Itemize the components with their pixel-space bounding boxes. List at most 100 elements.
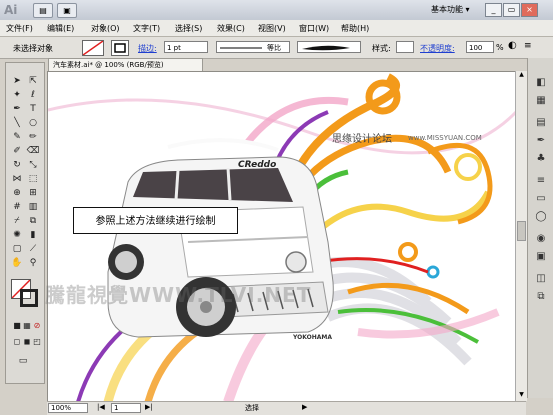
column-graph-tool-icon[interactable]: ▮	[26, 229, 40, 242]
zoom-field[interactable]: 100%	[48, 403, 88, 413]
opacity-field[interactable]: 100	[466, 41, 494, 53]
vertical-scrollbar[interactable]: ▲ ▼	[515, 71, 527, 401]
type-tool-icon[interactable]: T	[26, 103, 40, 116]
menu-view[interactable]: 视图(V)	[258, 23, 286, 34]
status-menu-icon[interactable]: ▶	[302, 403, 307, 411]
paintbrush-tool-icon[interactable]: ✎	[10, 131, 24, 144]
symbols-panel-icon[interactable]: ♣	[534, 152, 548, 165]
artboard-number-field[interactable]: 1	[111, 403, 141, 413]
brushes-panel-icon[interactable]: ✒	[534, 134, 548, 147]
stroke-swatch[interactable]	[111, 40, 129, 56]
layers-panel-icon[interactable]: ◫	[534, 272, 548, 285]
site-url-text: www.MISSYUAN.COM	[408, 134, 482, 142]
profile-label: 等比	[267, 44, 281, 52]
none-fill-icon	[82, 40, 104, 56]
status-bar: 100% |◀ 1 ▶| 选择 ▶	[47, 401, 526, 415]
mesh-tool-icon[interactable]: #	[10, 201, 24, 214]
draw-inside-icon[interactable]: ◰	[30, 335, 44, 348]
slice-tool-icon[interactable]: ⟋	[26, 243, 40, 256]
maximize-button[interactable]: ▭	[503, 3, 520, 17]
color-panel-icon[interactable]: ◧	[534, 76, 548, 89]
current-tool-status: 选择	[245, 404, 259, 412]
recolor-icon[interactable]: ◐	[508, 40, 517, 51]
menu-file[interactable]: 文件(F)	[6, 23, 33, 34]
symbol-sprayer-tool-icon[interactable]: ✺	[10, 229, 24, 242]
scroll-thumb[interactable]	[517, 221, 526, 241]
arrange-documents-button[interactable]: ▣	[57, 3, 77, 18]
menu-type[interactable]: 文字(T)	[133, 23, 160, 34]
opacity-unit: %	[496, 43, 504, 52]
shape-builder-tool-icon[interactable]: ⊕	[10, 187, 24, 200]
variable-width-profile[interactable]: 等比	[216, 41, 290, 53]
stroke-label[interactable]: 描边:	[138, 43, 157, 54]
scale-tool-icon[interactable]: ⤡	[26, 159, 40, 172]
tools-panel: ➤ ⇱ ✦ ℓ ✒ T ╲ ○ ✎ ✏ ✐ ⌫ ↻ ⤡ ⋈ ⬚ ⊕ ⊞ # ▥ …	[5, 62, 45, 384]
scroll-down-icon[interactable]: ▼	[517, 391, 526, 401]
graphic-styles-panel-icon[interactable]: ▣	[534, 250, 548, 263]
tire-brand-decal: YOKOHAMA	[293, 334, 332, 341]
stroke-square-icon	[114, 43, 126, 53]
menu-select[interactable]: 选择(S)	[175, 23, 202, 34]
appearance-panel-icon[interactable]: ◉	[534, 232, 548, 245]
eraser-tool-icon[interactable]: ⌫	[26, 145, 40, 158]
screen-mode-icon[interactable]: ▭	[16, 355, 30, 368]
blob-brush-tool-icon[interactable]: ✐	[10, 145, 24, 158]
eyedropper-tool-icon[interactable]: ⌿	[10, 215, 24, 228]
site-name-text: 思缘设计论坛	[332, 134, 392, 145]
stroke-weight-field[interactable]: 1 pt	[164, 41, 208, 53]
artwork	[48, 73, 516, 402]
style-label: 样式:	[372, 44, 391, 53]
title-bar: Ai ▤ ▣ 基本功能 ▾ _ ▭ ×	[0, 0, 553, 21]
magic-wand-tool-icon[interactable]: ✦	[10, 89, 24, 102]
rotate-tool-icon[interactable]: ↻	[10, 159, 24, 172]
scroll-up-icon[interactable]: ▲	[517, 71, 526, 81]
artboards-panel-icon[interactable]: ⧉	[534, 290, 548, 303]
color-guide-icon[interactable]: ▦	[534, 94, 548, 107]
graphic-style-picker[interactable]	[396, 41, 414, 53]
brush-definition[interactable]	[297, 41, 361, 53]
stroke-panel-icon[interactable]: ≡	[534, 174, 548, 187]
direct-selection-tool-icon[interactable]: ⇱	[26, 75, 40, 88]
line-tool-icon[interactable]: ╲	[10, 117, 24, 130]
document-tab[interactable]: 汽车素材.ai* @ 100% (RGB/预览)	[48, 58, 203, 71]
minimize-button[interactable]: _	[485, 3, 502, 17]
swatches-panel-icon[interactable]: ▤	[534, 116, 548, 129]
fill-swatch[interactable]	[82, 40, 104, 56]
stroke-color-box[interactable]	[20, 289, 38, 307]
next-artboard-icon[interactable]: ▶|	[145, 403, 153, 411]
blend-tool-icon[interactable]: ⧉	[26, 215, 40, 228]
zoom-tool-icon[interactable]: ⚲	[26, 257, 40, 270]
watermark-text: 騰龍視覺WWW.TLVI.NET	[45, 283, 312, 307]
none-mode-icon[interactable]: ⊘	[30, 319, 44, 332]
pen-tool-icon[interactable]: ✒	[10, 103, 24, 116]
workspace-label: 基本功能	[431, 5, 463, 14]
width-tool-icon[interactable]: ⋈	[10, 173, 24, 186]
menu-effect[interactable]: 效果(C)	[217, 23, 245, 34]
menu-object[interactable]: 对象(O)	[91, 23, 120, 34]
selection-status: 未选择对象	[13, 44, 53, 53]
document-canvas[interactable]: CReddo YOKOHAMA	[47, 71, 517, 403]
ellipse-tool-icon[interactable]: ○	[26, 117, 40, 130]
control-bar: 未选择对象 描边: 1 pt 等比 样式: 不透明度: 100 % ◐ ≡	[0, 37, 553, 59]
workspace-switcher[interactable]: 基本功能 ▾	[431, 4, 470, 15]
hand-tool-icon[interactable]: ✋	[10, 257, 24, 270]
transparency-panel-icon[interactable]: ◯	[534, 210, 548, 223]
menu-edit[interactable]: 编辑(E)	[47, 23, 74, 34]
opacity-label[interactable]: 不透明度:	[420, 43, 455, 54]
gradient-tool-icon[interactable]: ▥	[26, 201, 40, 214]
instruction-callout: 参照上述方法继续进行绘制	[73, 207, 238, 234]
menu-window[interactable]: 窗口(W)	[299, 23, 329, 34]
pencil-tool-icon[interactable]: ✏	[26, 131, 40, 144]
car-brand-decal: CReddo	[238, 160, 277, 170]
selection-tool-icon[interactable]: ➤	[10, 75, 24, 88]
gradient-panel-icon[interactable]: ▭	[534, 192, 548, 205]
perspective-grid-tool-icon[interactable]: ⊞	[26, 187, 40, 200]
free-transform-tool-icon[interactable]: ⬚	[26, 173, 40, 186]
panel-menu-icon[interactable]: ≡	[524, 41, 532, 51]
menu-help[interactable]: 帮助(H)	[341, 23, 369, 34]
artboard-tool-icon[interactable]: ▢	[10, 243, 24, 256]
first-artboard-icon[interactable]: |◀	[97, 403, 105, 411]
lasso-tool-icon[interactable]: ℓ	[26, 89, 40, 102]
bridge-button[interactable]: ▤	[33, 3, 53, 18]
close-button[interactable]: ×	[521, 3, 538, 17]
